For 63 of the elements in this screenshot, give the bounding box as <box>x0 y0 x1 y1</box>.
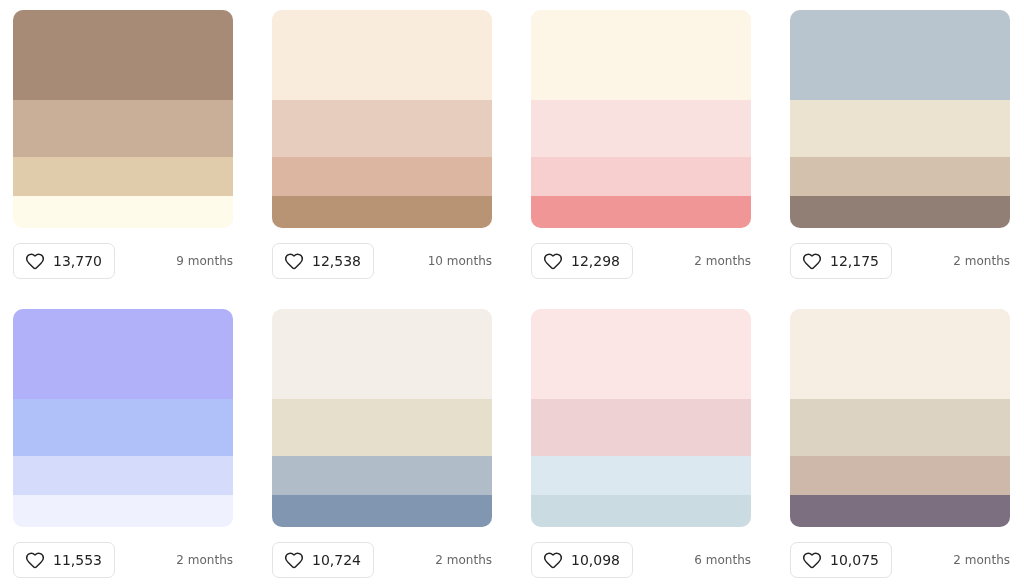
color-swatch[interactable] <box>790 157 1010 196</box>
color-swatch[interactable] <box>272 100 492 157</box>
color-swatch[interactable] <box>272 157 492 196</box>
color-swatch[interactable] <box>790 495 1010 527</box>
color-swatch[interactable] <box>790 10 1010 100</box>
like-button[interactable]: 11,553 <box>13 542 115 578</box>
palette-age: 10 months <box>427 254 492 268</box>
palette-card[interactable] <box>790 10 1010 228</box>
like-button[interactable]: 13,770 <box>13 243 115 279</box>
color-swatch[interactable] <box>790 309 1010 399</box>
color-swatch[interactable] <box>13 100 233 157</box>
color-swatch[interactable] <box>531 309 751 399</box>
palette-card[interactable] <box>531 10 751 228</box>
color-swatch[interactable] <box>13 157 233 196</box>
heart-icon <box>284 550 304 570</box>
color-swatch[interactable] <box>531 100 751 157</box>
palette-age: 2 months <box>953 553 1010 567</box>
color-swatch[interactable] <box>13 495 233 527</box>
color-swatch[interactable] <box>272 399 492 456</box>
color-swatch[interactable] <box>531 196 751 228</box>
palette-age: 2 months <box>953 254 1010 268</box>
color-swatch[interactable] <box>272 309 492 399</box>
color-swatch[interactable] <box>790 100 1010 157</box>
palette-age: 2 months <box>435 553 492 567</box>
color-swatch[interactable] <box>272 495 492 527</box>
color-swatch[interactable] <box>790 399 1010 456</box>
color-swatch[interactable] <box>531 157 751 196</box>
color-swatch[interactable] <box>531 456 751 495</box>
palette-card[interactable] <box>13 309 233 527</box>
heart-icon <box>543 251 563 271</box>
palette-card[interactable] <box>272 10 492 228</box>
like-button[interactable]: 12,538 <box>272 243 374 279</box>
color-swatch[interactable] <box>531 399 751 456</box>
heart-icon <box>802 550 822 570</box>
heart-icon <box>284 251 304 271</box>
color-swatch[interactable] <box>272 10 492 100</box>
color-swatch[interactable] <box>272 196 492 228</box>
heart-icon <box>25 550 45 570</box>
color-swatch[interactable] <box>13 399 233 456</box>
palette-age: 6 months <box>694 553 751 567</box>
color-swatch[interactable] <box>13 456 233 495</box>
color-swatch[interactable] <box>13 196 233 228</box>
palette-card[interactable] <box>272 309 492 527</box>
like-button[interactable]: 10,098 <box>531 542 633 578</box>
like-button[interactable]: 12,298 <box>531 243 633 279</box>
color-swatch[interactable] <box>790 196 1010 228</box>
palette-age: 2 months <box>694 254 751 268</box>
palette-age: 9 months <box>176 254 233 268</box>
like-button[interactable]: 10,724 <box>272 542 374 578</box>
heart-icon <box>25 251 45 271</box>
color-swatch[interactable] <box>531 10 751 100</box>
heart-icon <box>802 251 822 271</box>
like-button[interactable]: 10,075 <box>790 542 892 578</box>
heart-icon <box>543 550 563 570</box>
palette-card[interactable] <box>790 309 1010 527</box>
color-swatch[interactable] <box>13 10 233 100</box>
color-swatch[interactable] <box>13 309 233 399</box>
like-button[interactable]: 12,175 <box>790 243 892 279</box>
color-swatch[interactable] <box>531 495 751 527</box>
color-swatch[interactable] <box>272 456 492 495</box>
palette-card[interactable] <box>13 10 233 228</box>
color-swatch[interactable] <box>790 456 1010 495</box>
palette-age: 2 months <box>176 553 233 567</box>
